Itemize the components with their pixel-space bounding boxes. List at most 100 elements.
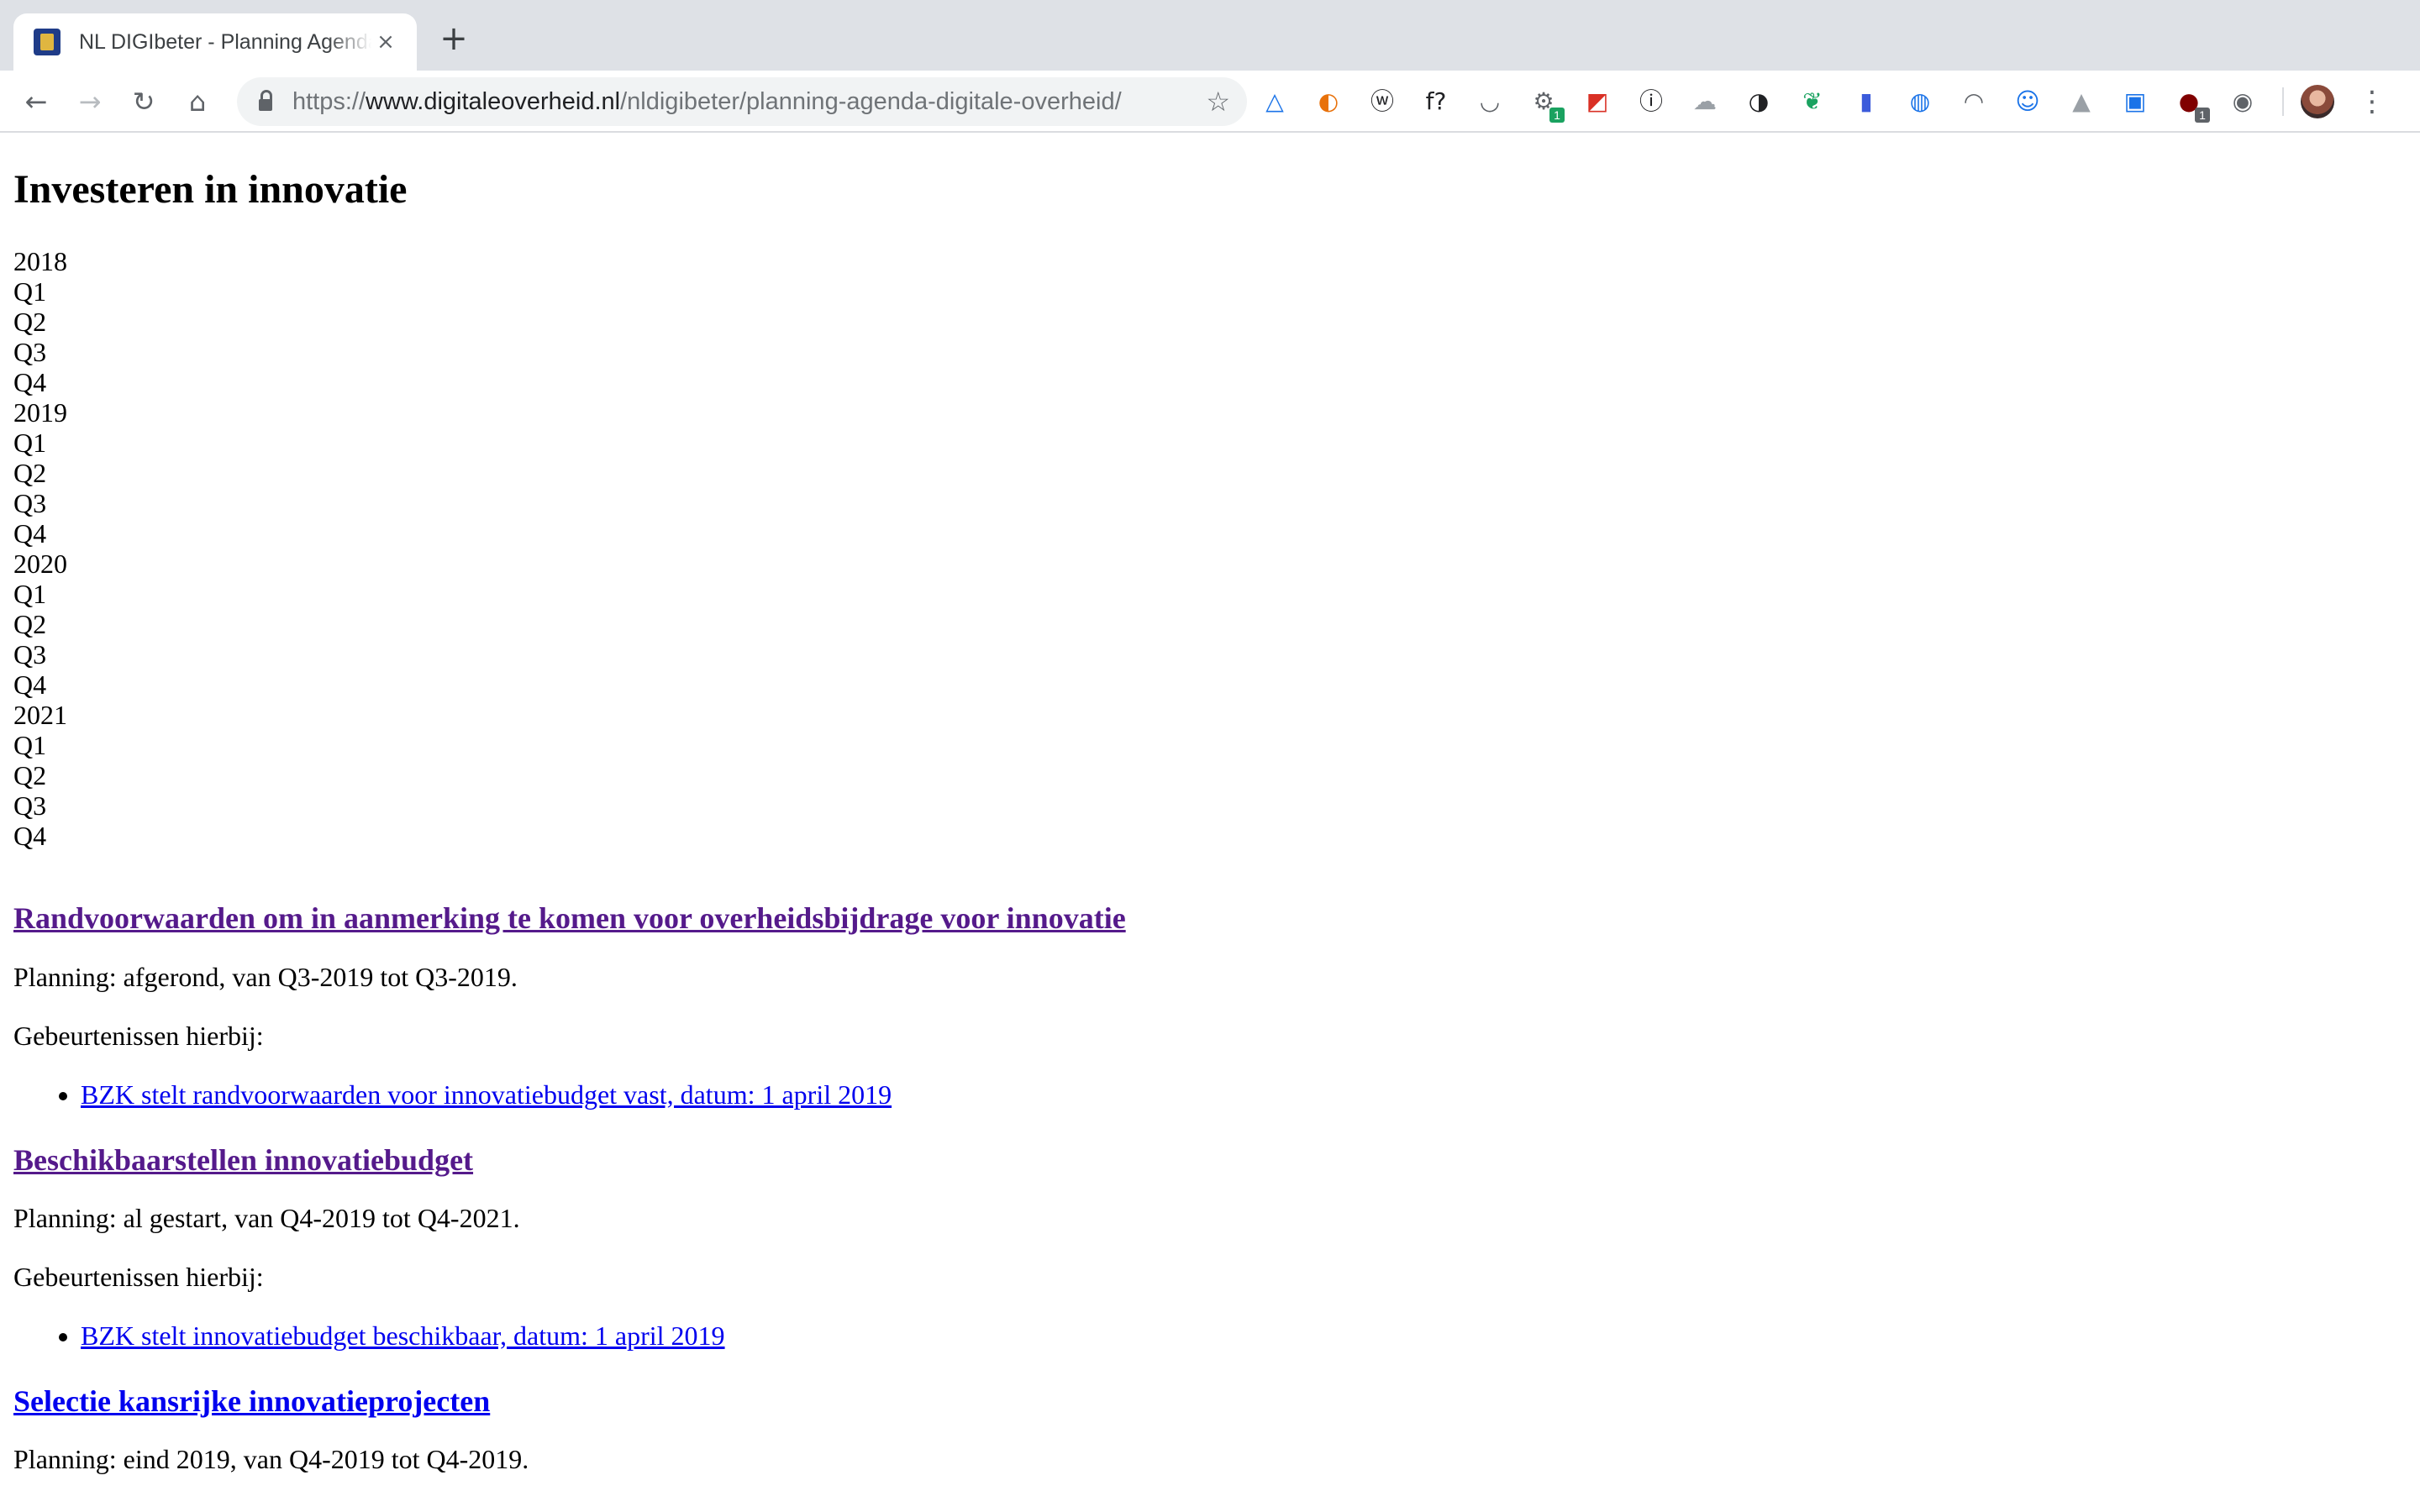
extension-glyph: ▮ [1860, 87, 1873, 115]
page-content: Investeren in innovatie 2018 Q1 Q2 Q3 Q4 2019… [13, 133, 2400, 1503]
home-button[interactable]: ⌂ [180, 84, 215, 119]
extension-glyph: ▲ [2072, 87, 2091, 115]
close-tab-icon[interactable]: × [371, 29, 400, 55]
list-item: BZK stelt innovatiebudget beschikbaar, d… [81, 1320, 2400, 1351]
tab-title: NL DIGIbeter - Planning Agenda Digitale … [79, 29, 371, 54]
eye-extension-icon[interactable]: ◉ [2228, 87, 2257, 116]
lighthouse-extension-icon[interactable]: ▮ [1852, 87, 1881, 116]
url-path: /nldigibeter/planning-agenda-digitale-ov… [620, 87, 1122, 115]
timeline-year: 2020 [13, 549, 67, 580]
timeline-quarter: Q3 [13, 488, 47, 519]
extension-glyph: ◍ [1909, 87, 1931, 115]
timeline-quarter: Q1 [13, 428, 47, 459]
timeline-quarter: Q2 [13, 458, 47, 489]
site-favicon-icon [34, 29, 60, 55]
timeline-quarter: Q2 [13, 307, 47, 338]
timeline-quarter: Q4 [13, 821, 47, 852]
timeline-quarter: Q1 [13, 579, 47, 610]
extension-glyph: ☁ [1693, 87, 1717, 115]
browser-tab-active[interactable]: NL DIGIbeter - Planning Agenda Digitale … [13, 13, 417, 71]
timeline-quarter: Q1 [13, 276, 47, 307]
menu-icon[interactable]: ⋮ [2358, 85, 2386, 118]
extension-badge: 1 [1549, 108, 1565, 123]
planning-text: Planning: eind 2019, van Q4-2019 tot Q4-… [13, 1444, 529, 1475]
section-link-randvoorwaarden[interactable]: Randvoorwaarden om in aanmerking te kome… [13, 901, 1126, 935]
timeline: 2018 Q1 Q2 Q3 Q4 2019 Q1 Q2 Q3 Q4 2020 Q1 Q2 Q3 Q4 2021… [13, 246, 2400, 851]
bookmark-star-icon[interactable]: ☆ [1206, 86, 1230, 118]
timeline-quarter: Q1 [13, 730, 47, 761]
extension-glyph: f? [1425, 87, 1447, 115]
extension-glyph: ▣ [2123, 87, 2147, 115]
section-heading-selectie: Selectie kansrijke innovatieprojecten [13, 1384, 2400, 1419]
extension-glyph: ❦ [1802, 87, 1823, 115]
lock-icon[interactable] [259, 90, 272, 111]
extensions-bar: △ ◐ ⓦ f? ◡ ⚙ 1 ◩ ⓘ ☁ ◑ ❦ ▮ ◍ ◠ ☺ ▲ ▣ ● 1 ◉ ⋮ [1260, 81, 2386, 123]
extension-glyph: ◉ [2232, 87, 2254, 115]
speedometer-extension-icon[interactable]: ◠ [1960, 87, 1988, 116]
extension-badge: 1 [2195, 108, 2210, 123]
w-extension-icon[interactable]: ⓦ [1368, 87, 1397, 116]
section-heading-randvoorwaarden: Randvoorwaarden om in aanmerking te kome… [13, 901, 2400, 936]
timeline-quarter: Q3 [13, 790, 47, 822]
timeline-quarter: Q2 [13, 760, 47, 791]
contrast-extension-icon[interactable]: ◑ [1744, 87, 1773, 116]
section-link-selectie[interactable]: Selectie kansrijke innovatieprojecten [13, 1384, 490, 1418]
timeline-quarter: Q3 [13, 639, 47, 670]
triangle-extension-icon[interactable]: △ [1260, 87, 1289, 116]
events-label: Gebeurtenissen hierbij: [13, 1020, 264, 1051]
section-heading-beschikbaarstellen: Beschikbaarstellen innovatiebudget [13, 1143, 2400, 1178]
events-list: BZK stelt randvoorwaarden voor innovatie… [13, 1079, 2400, 1110]
events-label: Gebeurtenissen hierbij: [13, 1261, 264, 1292]
extension-glyph: ◩ [1586, 87, 1609, 115]
extension-glyph: ☺ [2015, 87, 2040, 115]
extension-glyph: ◐ [1318, 87, 1339, 115]
tab-strip: NL DIGIbeter - Planning Agenda Digitale … [0, 0, 2420, 71]
extension-glyph: ⓦ [1370, 87, 1394, 115]
compass-extension-icon[interactable]: ◍ [1906, 87, 1934, 116]
event-link[interactable]: BZK stelt randvoorwaarden voor innovatie… [81, 1079, 892, 1110]
url-host: www.digitaleoverheid.nl [366, 87, 621, 115]
back-button[interactable]: ← [18, 84, 54, 119]
planning-text: Planning: afgerond, van Q3-2019 tot Q3-2… [13, 961, 518, 992]
timeline-year: 2021 [13, 700, 67, 731]
extension-glyph: ◠ [1963, 87, 1985, 115]
cloud-extension-icon[interactable]: ☁ [1691, 87, 1719, 116]
section-link-beschikbaarstellen[interactable]: Beschikbaarstellen innovatiebudget [13, 1143, 473, 1177]
info-extension-icon[interactable]: ⓘ [1637, 87, 1665, 116]
profile-avatar[interactable] [2301, 85, 2334, 118]
extension-glyph: ◡ [1479, 87, 1501, 115]
new-tab-button[interactable]: + [437, 22, 471, 55]
url-scheme: https:// [292, 87, 366, 115]
flame-extension-icon[interactable]: ◐ [1314, 87, 1343, 116]
timeline-quarter: Q2 [13, 609, 47, 640]
fquestion-extension-icon[interactable]: f? [1422, 87, 1450, 116]
pocket-extension-icon[interactable]: ◡ [1476, 87, 1504, 116]
toolbar-divider [2282, 87, 2284, 116]
timeline-quarter: Q4 [13, 367, 47, 398]
browser-toolbar: ← → ↻ ⌂ https://www.digitaleoverheid.nl/… [0, 71, 2420, 133]
reload-button[interactable]: ↻ [126, 84, 161, 119]
address-url[interactable]: https://www.digitaleoverheid.nl/nldigibe… [292, 88, 1206, 116]
page-title: Investeren in innovatie [13, 167, 408, 212]
address-bar[interactable]: https://www.digitaleoverheid.nl/nldigibe… [237, 77, 1247, 126]
events-list: BZK stelt innovatiebudget beschikbaar, d… [13, 1320, 2400, 1351]
forward-button[interactable]: → [72, 84, 108, 119]
ublock-extension-icon[interactable]: ● 1 [2175, 87, 2210, 123]
list-item: BZK stelt randvoorwaarden voor innovatie… [81, 1079, 2400, 1110]
extension-glyph: △ [1265, 87, 1284, 115]
extension-glyph: ◑ [1748, 87, 1770, 115]
window-extension-icon[interactable]: ▣ [2121, 87, 2149, 116]
timeline-quarter: Q3 [13, 337, 47, 368]
flag-extension-icon[interactable]: ◩ [1583, 87, 1612, 116]
timeline-quarter: Q4 [13, 669, 47, 701]
drive-extension-icon[interactable]: ▲ [2067, 87, 2096, 116]
event-link[interactable]: BZK stelt innovatiebudget beschikbaar, d… [81, 1320, 725, 1351]
gear-extension-icon[interactable]: ⚙ 1 [1529, 87, 1565, 123]
ghost-extension-icon[interactable]: ☺ [2013, 87, 2042, 116]
timeline-year: 2018 [13, 246, 67, 277]
planning-text: Planning: al gestart, van Q4-2019 tot Q4… [13, 1202, 520, 1233]
extension-glyph: ⓘ [1639, 87, 1663, 115]
evernote-extension-icon[interactable]: ❦ [1798, 87, 1827, 116]
timeline-quarter: Q4 [13, 518, 47, 549]
timeline-year: 2019 [13, 397, 67, 428]
